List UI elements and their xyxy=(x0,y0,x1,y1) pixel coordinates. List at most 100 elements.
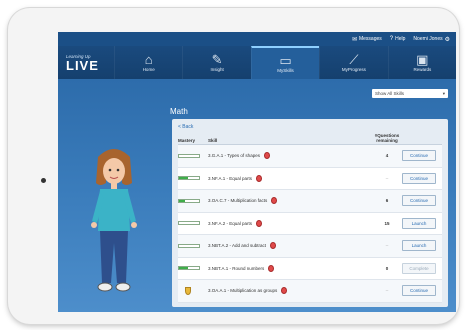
chevron-down-icon: ▾ xyxy=(442,90,445,96)
ribbon-icon[interactable] xyxy=(268,264,275,272)
table-row: 3.NBT.A.2 - Add and subtract – Launch xyxy=(178,235,442,258)
camera-dot xyxy=(41,178,46,183)
main-nav: Learning Up LIVE ⌂ Home ✎ Insight ▭ MySk… xyxy=(58,46,456,79)
skill-cell: 3.G.A.1 - Types of shapes xyxy=(208,152,372,160)
table-row: 3.OA.C.7 - Multiplication facts 6 Continue xyxy=(178,190,442,213)
questions-remaining: 15 xyxy=(384,220,390,226)
mastery-cell xyxy=(178,198,208,203)
launch-button[interactable]: Launch xyxy=(402,240,436,252)
help-link[interactable]: ? Help xyxy=(390,36,406,42)
questions-remaining: – xyxy=(385,243,389,249)
mastery-bar-fill xyxy=(179,199,185,202)
back-link[interactable]: < Back xyxy=(178,124,442,133)
app-logo[interactable]: Learning Up LIVE xyxy=(58,46,114,79)
skills-panel: < Back Mastery Skill #Questions remainin… xyxy=(172,119,448,307)
skills-table-body: 3.G.A.1 - Types of shapes 4 Continue 3.NF.A… xyxy=(178,145,442,303)
header-mastery: Mastery xyxy=(178,138,196,143)
avatar-shirt xyxy=(98,189,130,231)
skill-filter-select[interactable]: Show All Skills ▾ xyxy=(372,89,448,98)
nav-item-home[interactable]: ⌂ Home xyxy=(114,46,182,79)
ribbon-icon[interactable] xyxy=(256,219,263,227)
mastery-cell xyxy=(178,153,208,158)
skill-name: 3.OA.C.7 - Multiplication facts xyxy=(208,198,268,204)
user-name: Noemi Jones xyxy=(413,36,443,42)
mastery-bar xyxy=(178,221,200,226)
mastery-bar xyxy=(178,153,200,158)
skill-name: 3.OA.A.1 - Multiplication as groups xyxy=(208,288,278,294)
mastery-cell xyxy=(178,176,208,181)
ribbon-icon[interactable] xyxy=(263,152,270,160)
mastery-bar-fill xyxy=(179,177,188,180)
nav-label: Home xyxy=(142,67,155,72)
action-cell: Continue xyxy=(402,172,442,184)
tablet-frame: ✉ Messages ? Help Noemi Jones ⚙ Learning… xyxy=(8,8,459,324)
ribbon-icon[interactable] xyxy=(270,242,277,250)
user-menu[interactable]: Noemi Jones ⚙ xyxy=(413,36,450,43)
messages-label: Messages xyxy=(358,36,382,42)
continue-button[interactable]: Continue xyxy=(402,195,436,207)
avatar-jeans xyxy=(100,231,128,283)
mastery-cell xyxy=(178,266,208,271)
table-row: 3.NF.A.2 - Equal parts 15 Launch xyxy=(178,212,442,235)
app-screen: ✉ Messages ? Help Noemi Jones ⚙ Learning… xyxy=(58,32,456,312)
subject-title: Math xyxy=(170,107,188,116)
action-cell: Continue xyxy=(402,195,442,207)
skill-cell: 3.NBT.A.2 - Add and subtract xyxy=(208,242,372,250)
action-cell: Launch xyxy=(402,217,442,229)
clipboard-icon: ✎ xyxy=(211,52,223,67)
mastery-cell xyxy=(178,243,208,248)
skill-name: 3.G.A.1 - Types of shapes xyxy=(208,153,260,159)
home-icon: ⌂ xyxy=(144,52,153,67)
continue-button[interactable]: Continue xyxy=(402,150,436,162)
action-cell: Complete xyxy=(402,262,442,274)
nav-label: Rewards xyxy=(413,67,432,72)
skill-cell: 3.OA.A.1 - Multiplication as groups xyxy=(208,287,372,295)
skills-table-header: Mastery Skill #Questions remaining xyxy=(178,133,442,145)
launch-button[interactable]: Launch xyxy=(402,217,436,229)
ribbon-icon[interactable] xyxy=(271,197,278,205)
skill-name: 3.NF.A.2 - Equal parts xyxy=(208,220,253,226)
gear-icon: ⚙ xyxy=(444,36,450,43)
top-utility-bar: ✉ Messages ? Help Noemi Jones ⚙ xyxy=(58,32,456,46)
continue-button[interactable]: Continue xyxy=(402,172,436,184)
table-row: 3.G.A.1 - Types of shapes 4 Continue xyxy=(178,145,442,168)
questions-remaining: – xyxy=(385,175,389,181)
continue-button[interactable]: Continue xyxy=(402,285,436,297)
skill-cell: 3.NF.A.1 - Equal parts xyxy=(208,174,372,182)
header-skill: Skill xyxy=(208,138,218,143)
questions-remaining: 4 xyxy=(385,153,389,159)
ribbon-icon[interactable] xyxy=(256,174,263,182)
table-row: 3.OA.A.1 - Multiplication as groups – Cont… xyxy=(178,280,442,303)
mastery-cell xyxy=(178,221,208,226)
nav-label: MyProgress xyxy=(341,67,366,72)
question-icon: ? xyxy=(389,36,394,42)
complete-button[interactable]: Complete xyxy=(402,262,436,274)
ribbon-icon[interactable] xyxy=(281,287,288,295)
skill-name: 3.NBT.A.2 - Add and subtract xyxy=(208,243,267,249)
table-row: 3.NF.A.1 - Equal parts – Continue xyxy=(178,167,442,190)
questions-remaining: 6 xyxy=(385,198,389,204)
book-icon: ▭ xyxy=(279,53,292,68)
skill-cell: 3.OA.C.7 - Multiplication facts xyxy=(208,197,372,205)
skill-name: 3.NBT.A.1 - Round numbers xyxy=(208,265,265,271)
logo-wordmark: LIVE xyxy=(66,57,99,73)
student-avatar xyxy=(91,149,137,292)
nav-label: Insight xyxy=(210,67,224,72)
nav-label: MySkills xyxy=(277,68,294,73)
avatar-face xyxy=(103,158,125,184)
treasure-chest-icon: ▣ xyxy=(416,52,429,67)
help-label: Help xyxy=(395,36,406,42)
mastery-bar xyxy=(178,266,200,271)
nav-item-myprogress[interactable]: ⟋ MyProgress xyxy=(319,46,387,79)
mastery-bar xyxy=(178,176,200,181)
table-row: 3.NBT.A.1 - Round numbers 0 Complete xyxy=(178,257,442,280)
action-cell: Launch xyxy=(402,240,442,252)
nav-item-insight[interactable]: ✎ Insight xyxy=(182,46,250,79)
nav-item-myskills[interactable]: ▭ MySkills xyxy=(250,46,320,79)
skill-cell: 3.NBT.A.1 - Round numbers xyxy=(208,264,372,272)
questions-remaining: 0 xyxy=(385,265,389,271)
header-questions: #Questions remaining xyxy=(374,133,400,143)
content-area: Show All Skills ▾ Math < Back Mastery Sk… xyxy=(58,79,456,312)
nav-item-rewards[interactable]: ▣ Rewards xyxy=(387,46,456,79)
messages-link[interactable]: ✉ Messages xyxy=(352,36,382,43)
